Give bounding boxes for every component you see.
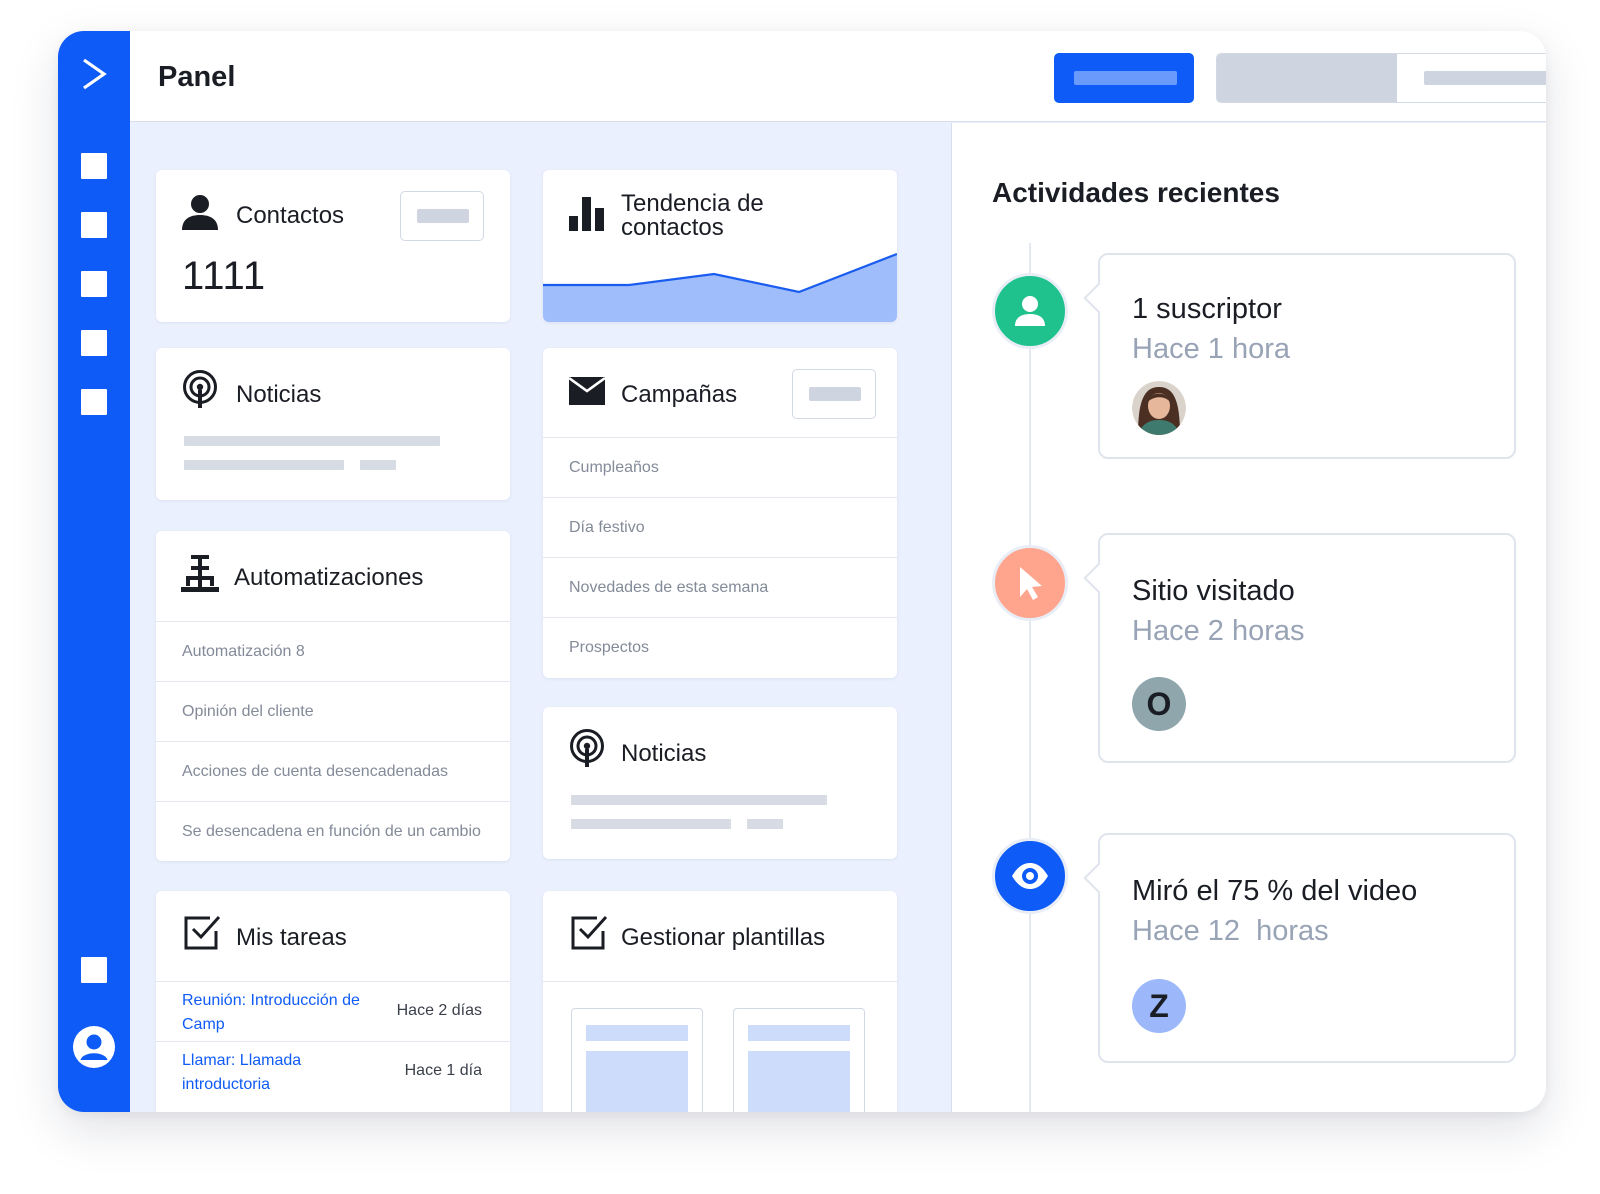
cursor-icon (1020, 567, 1042, 600)
news-card-2[interactable]: Noticias (543, 707, 897, 859)
person-icon (182, 195, 218, 230)
nav-square-icon[interactable] (81, 330, 107, 356)
task-time: Hace 1 día (404, 1062, 482, 1079)
top-header: Panel (130, 31, 1546, 122)
task-link[interactable]: Reunión: Introducción de Camp (182, 989, 372, 1037)
activity-time-2: Hace 2 horas (1132, 615, 1305, 647)
segment-option-2[interactable] (1424, 71, 1546, 85)
list-item[interactable]: Opinión del cliente (156, 681, 510, 741)
workflow-icon (181, 555, 219, 592)
list-item[interactable]: Prospectos (543, 617, 897, 677)
checkbox-icon (184, 915, 221, 950)
nav-square-icon[interactable] (81, 389, 107, 415)
activity-title-2: Sitio visitado (1132, 575, 1295, 607)
news-title-2: Noticias (621, 740, 707, 767)
nav-square-icon[interactable] (81, 957, 107, 983)
avatar: O (1132, 677, 1186, 731)
template-thumbnail[interactable] (571, 1008, 703, 1112)
envelope-icon (568, 376, 606, 405)
activity-title-1: 1 suscriptor (1132, 293, 1282, 325)
tasks-title: Mis tareas (236, 924, 347, 951)
list-item[interactable]: Novedades de esta semana (543, 557, 897, 617)
activity-icon-2 (992, 545, 1068, 621)
automations-list: Automatización 8 Opinión del cliente Acc… (156, 621, 510, 861)
checkbox-icon (571, 915, 608, 950)
templates-card[interactable]: Gestionar plantillas (543, 891, 897, 1112)
activity-card-2[interactable]: Sitio visitado Hace 2 horas O (1098, 533, 1516, 763)
recent-activity-panel: Actividades recientes 1 suscriptor Hace … (951, 123, 1546, 1112)
tasks-list: Reunión: Introducción de Camp Hace 2 día… (156, 981, 510, 1101)
campaigns-card[interactable]: Campañas Cumpleaños Día festivo Novedade… (543, 348, 897, 678)
campaigns-title: Campañas (621, 381, 738, 408)
news-card-1[interactable]: Noticias (156, 348, 510, 500)
avatar: Z (1132, 979, 1186, 1033)
list-item[interactable]: Día festivo (543, 497, 897, 557)
timeline-line (1029, 243, 1031, 1112)
news-title-1: Noticias (236, 381, 322, 408)
logo-chevron-icon[interactable] (80, 57, 108, 91)
activity-icon-3 (992, 838, 1068, 914)
avatar (1132, 381, 1186, 435)
list-item[interactable]: Acciones de cuenta desencadenadas (156, 741, 510, 801)
template-thumbnail[interactable] (733, 1008, 865, 1112)
activity-title-3: Miró el 75 % del video (1132, 875, 1418, 907)
nav-square-icon[interactable] (81, 153, 107, 179)
automations-card[interactable]: Automatizaciones Automatización 8 Opinió… (156, 531, 510, 861)
templates-title: Gestionar plantillas (621, 924, 826, 951)
contacts-title: Contactos (236, 202, 345, 229)
nav-square-icon[interactable] (81, 212, 107, 238)
podcast-icon (570, 729, 604, 767)
automations-title: Automatizaciones (234, 564, 424, 591)
user-icon[interactable] (72, 1025, 116, 1069)
app-window: Panel Contactos 1111 Tendencia de contac… (58, 31, 1546, 1112)
segment-option-1[interactable] (1217, 54, 1397, 102)
eye-icon (1012, 863, 1048, 889)
list-item[interactable]: Se desencadena en función de un cambio (156, 801, 510, 861)
contacts-card[interactable]: Contactos 1111 (156, 170, 510, 322)
activity-card-1[interactable]: 1 suscriptor Hace 1 hora (1098, 253, 1516, 459)
tasks-card[interactable]: Mis tareas Reunión: Introducción de Camp… (156, 891, 510, 1112)
campaigns-list: Cumpleaños Día festivo Novedades de esta… (543, 437, 897, 677)
primary-action-button[interactable] (1054, 53, 1194, 103)
activity-time-3: Hace 12 horas (1132, 915, 1329, 947)
activity-icon-1 (992, 273, 1068, 349)
campaigns-placeholder-button[interactable] (792, 369, 876, 419)
table-row[interactable]: Llamar: Llamada introductoria Hace 1 día (156, 1041, 510, 1101)
person-icon (1015, 296, 1045, 326)
contacts-trend-card[interactable]: Tendencia de contactos (543, 170, 897, 322)
task-link[interactable]: Llamar: Llamada introductoria (182, 1049, 372, 1097)
list-item[interactable]: Cumpleaños (543, 437, 897, 497)
trend-area-chart (543, 252, 897, 322)
activity-card-3[interactable]: Miró el 75 % del video Hace 12 horas Z (1098, 833, 1516, 1063)
activity-time-1: Hace 1 hora (1132, 333, 1290, 365)
activity-title: Actividades recientes (992, 177, 1280, 208)
nav-square-icon[interactable] (81, 271, 107, 297)
podcast-icon (183, 370, 217, 408)
contacts-count: 1111 (182, 254, 267, 298)
list-item[interactable]: Automatización 8 (156, 621, 510, 681)
contacts-placeholder-button[interactable] (400, 191, 484, 241)
task-time: Hace 2 días (396, 1002, 482, 1019)
templates-grid (543, 981, 897, 1112)
page-title: Panel (158, 61, 236, 93)
segmented-toggle[interactable] (1216, 53, 1546, 103)
sidebar (58, 31, 130, 1112)
table-row[interactable]: Reunión: Introducción de Camp Hace 2 día… (156, 981, 510, 1041)
